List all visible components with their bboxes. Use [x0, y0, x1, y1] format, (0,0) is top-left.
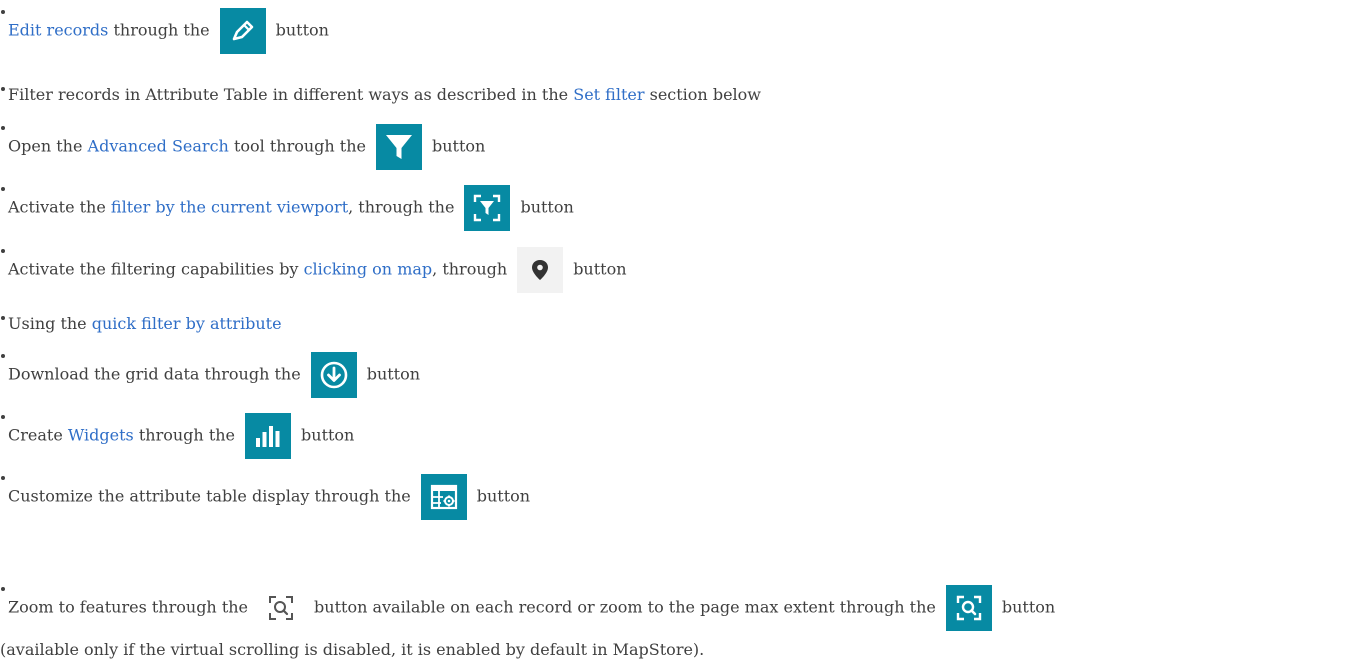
list-item-zoom: Zoom to features through the button avail…: [0, 585, 1055, 631]
bullet: [0, 9, 8, 36]
set-filter-link[interactable]: Set filter: [573, 85, 644, 104]
feature-list: Edit records through the button Filter re…: [0, 0, 1346, 667]
item-text: button: [432, 136, 486, 156]
zoom-extent-icon: [269, 596, 294, 620]
bullet: [0, 414, 8, 441]
item-text: button: [520, 197, 574, 217]
item-text: button: [301, 425, 355, 445]
item-text: , through: [432, 259, 508, 279]
item-text: through the: [113, 20, 210, 40]
item-text: button: [573, 259, 627, 279]
bar-chart-icon: [256, 426, 280, 447]
list-item-edit: Edit records through the button: [0, 8, 329, 54]
item-text: Download the grid data through the: [8, 364, 301, 384]
item-text: , through the: [348, 197, 455, 217]
bullet: [0, 78, 8, 100]
download-button[interactable]: [310, 352, 357, 398]
zoom-to-feature-button[interactable]: [258, 585, 304, 631]
bullet: [0, 248, 8, 275]
list-item-viewport-filter: Activate the filter by the current viewp…: [0, 185, 574, 231]
item-text: section below: [649, 85, 761, 104]
viewport-filter-link[interactable]: filter by the current viewport: [111, 198, 348, 217]
bullet: [0, 586, 8, 613]
list-item-advanced-search: Open the Advanced Search tool through th…: [0, 124, 485, 170]
advanced-search-button[interactable]: [376, 124, 422, 170]
item-text: Create: [8, 425, 63, 445]
zoom-to-page-extent-button[interactable]: [945, 585, 992, 631]
item-text: Customize the attribute table display th…: [8, 486, 411, 506]
bullet: [0, 475, 8, 502]
list-item-quick-filter: Using the quick filter by attribute: [0, 307, 282, 335]
item-text: tool through the: [233, 136, 366, 156]
bullet: [0, 307, 8, 329]
bullet: [0, 125, 8, 152]
item-text: Activate the filtering capabilities by: [8, 259, 299, 279]
edit-records-link[interactable]: Edit records: [8, 21, 108, 40]
list-item-widgets: Create Widgets through the button: [0, 413, 354, 459]
table-settings-icon: [430, 484, 457, 510]
item-text: button: [366, 364, 421, 384]
viewport-filter-button[interactable]: [464, 185, 511, 231]
viewport-funnel-icon: [474, 194, 501, 222]
widgets-link[interactable]: Widgets: [68, 426, 134, 445]
item-text: Open the: [8, 136, 83, 156]
clicking-on-map-link[interactable]: clicking on map: [304, 260, 433, 279]
list-item-customize: Customize the attribute table display th…: [0, 474, 530, 520]
map-marker-icon: [532, 260, 549, 280]
bullet: [0, 186, 8, 213]
item-text: Activate the: [8, 197, 106, 217]
item-text: button available on each record or zoom …: [314, 597, 936, 617]
download-circle-icon: [320, 361, 348, 389]
list-item-download: Download the grid data through the button: [0, 352, 420, 398]
advanced-search-link[interactable]: Advanced Search: [88, 137, 229, 156]
zoom-extent-icon: [956, 595, 982, 621]
list-item-zoom-continuation: (available only if the virtual scrolling…: [0, 640, 705, 659]
item-text: button: [275, 20, 329, 40]
item-text: button: [476, 486, 531, 506]
bullet: [0, 353, 8, 380]
pencil-icon: [232, 20, 253, 41]
item-text: Using the: [8, 314, 87, 333]
item-text: Filter records in Attribute Table in dif…: [8, 85, 569, 104]
edit-button[interactable]: [219, 8, 266, 54]
item-text: button: [1001, 597, 1056, 617]
widgets-button[interactable]: [245, 413, 292, 459]
funnel-icon: [386, 135, 412, 159]
map-click-button[interactable]: [517, 247, 564, 293]
item-text: through the: [138, 425, 236, 445]
item-text: Zoom to features through the: [8, 597, 249, 617]
list-item-filter: Filter records in Attribute Table in dif…: [0, 78, 761, 106]
customize-table-button[interactable]: [420, 474, 467, 520]
list-item-map-click: Activate the filtering capabilities by c…: [0, 247, 627, 293]
quick-filter-link[interactable]: quick filter by attribute: [92, 314, 282, 333]
